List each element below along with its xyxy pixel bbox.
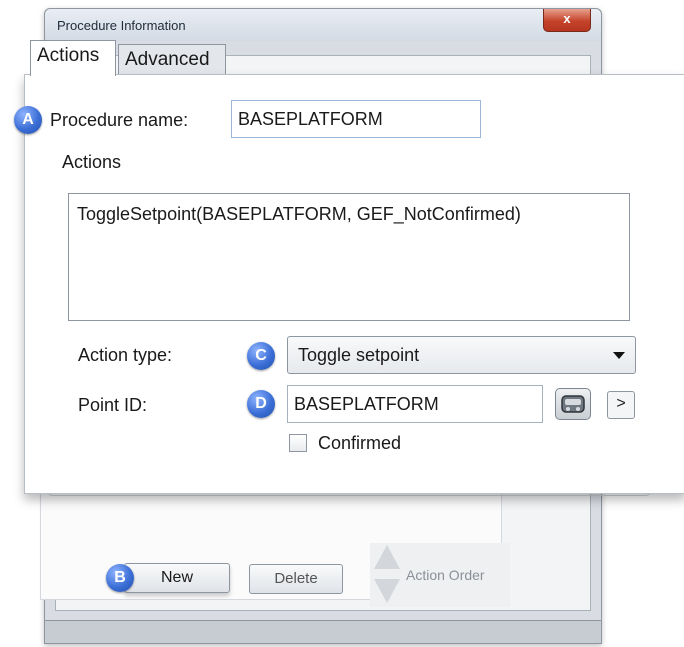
chevron-right-icon[interactable]: >	[607, 391, 635, 419]
close-button[interactable]: x	[543, 9, 591, 32]
window-bottom-bar	[45, 620, 601, 643]
action-order-label: Action Order	[406, 567, 485, 583]
list-item[interactable]: ToggleSetpoint(BASEPLATFORM, GEF_NotConf…	[77, 204, 621, 225]
actions-group-label: Actions	[58, 152, 126, 173]
chevron-down-icon	[613, 352, 625, 359]
tab-advanced[interactable]: Advanced	[118, 44, 226, 76]
actions-list[interactable]: ToggleSetpoint(BASEPLATFORM, GEF_NotConf…	[68, 193, 630, 321]
arrow-down-icon[interactable]	[372, 575, 402, 609]
title-bar: Procedure Information x	[45, 9, 601, 41]
tab-actions[interactable]: Actions	[30, 40, 116, 76]
point-browser-icon	[561, 395, 585, 413]
callout-d-badge: D	[247, 390, 275, 418]
action-type-value: Toggle setpoint	[298, 345, 420, 365]
procedure-name-field[interactable]: BASEPLATFORM	[231, 100, 481, 138]
window-title: Procedure Information	[57, 18, 186, 33]
callout-c-badge: C	[247, 342, 275, 370]
action-type-label: Action type:	[78, 345, 173, 365]
callout-b-badge: B	[106, 564, 134, 592]
action-type-dropdown[interactable]: Toggle setpoint	[287, 336, 636, 374]
callout-a-badge: A	[14, 106, 42, 134]
delete-button[interactable]: Delete	[249, 564, 343, 594]
confirmed-checkbox[interactable]	[289, 434, 307, 452]
procedure-name-label: Procedure name:	[50, 110, 189, 130]
point-picker-button[interactable]	[555, 388, 591, 420]
point-id-label: Point ID:	[78, 395, 148, 415]
action-order-control: Action Order	[370, 543, 510, 607]
new-button[interactable]: New	[124, 563, 230, 593]
confirmed-label: Confirmed	[318, 433, 402, 453]
point-id-field[interactable]: BASEPLATFORM	[287, 385, 543, 423]
